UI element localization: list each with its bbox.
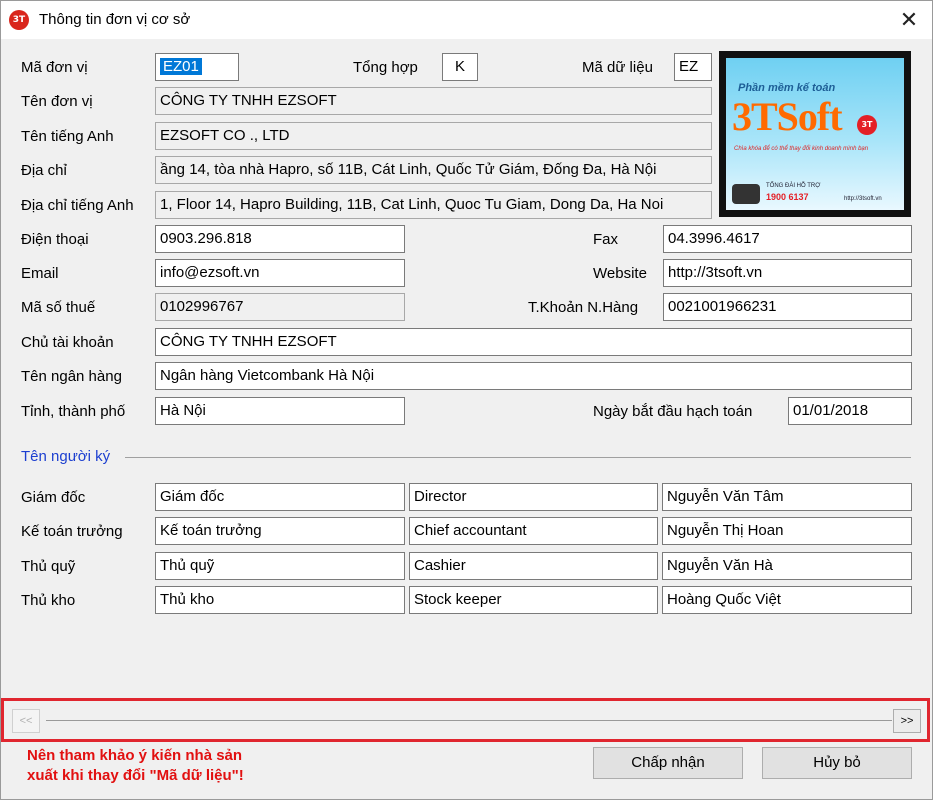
signer-title-en[interactable]: Cashier <box>409 552 658 580</box>
chu-tai-khoan-label: Chủ tài khoản <box>21 334 114 351</box>
chu-tai-khoan-input[interactable]: CÔNG TY TNHH EZSOFT <box>155 328 912 356</box>
logo-brand: 3TSoft <box>732 94 843 139</box>
logo-hotline: 1900 6137 <box>766 192 809 202</box>
dia-chi-field[interactable]: ầng 14, tòa nhà Hapro, số 11B, Cát Linh,… <box>155 156 712 184</box>
signer-title-vi[interactable]: Thủ kho <box>155 586 405 614</box>
logo-badge-icon: 3T <box>857 115 877 135</box>
dialog-window: 3T Thông tin đơn vị cơ sở ✕ Mã đơn vị EZ… <box>0 0 933 800</box>
ngay-bat-dau-label: Ngày bắt đầu hạch toán <box>593 403 753 420</box>
tai-khoan-label: T.Khoản N.Hàng <box>528 299 639 316</box>
dia-chi-tieng-anh-label: Địa chỉ tiếng Anh <box>21 197 134 214</box>
accept-button[interactable]: Chấp nhận <box>593 747 743 779</box>
phone-icon <box>732 184 760 204</box>
accept-button-label: Chấp nhận <box>631 754 705 771</box>
scroll-next-button[interactable]: >> <box>893 709 921 733</box>
close-icon[interactable]: ✕ <box>886 1 932 39</box>
logo-hotline-label: TỔNG ĐÀI HỖ TRỢ <box>766 183 821 189</box>
company-logo: Phần mềm kế toán 3TSoft 3T Chìa khóa để … <box>719 51 911 217</box>
ten-don-vi-label: Tên đơn vị <box>21 93 93 110</box>
cancel-button-label: Hủy bỏ <box>813 754 861 771</box>
signer-label-director: Giám đốc <box>21 489 86 506</box>
cancel-button[interactable]: Hủy bỏ <box>762 747 912 779</box>
signer-title-vi[interactable]: Thủ quỹ <box>155 552 405 580</box>
fax-input[interactable]: 04.3996.4617 <box>663 225 912 253</box>
ngay-bat-dau-input[interactable]: 01/01/2018 <box>788 397 912 425</box>
logo-tagline: Chìa khóa để có thể thay đổi kinh doanh … <box>734 146 869 152</box>
tai-khoan-input[interactable]: 0021001966231 <box>663 293 912 321</box>
signer-name[interactable]: Hoàng Quốc Việt <box>662 586 912 614</box>
dien-thoai-label: Điện thoại <box>21 231 89 248</box>
ma-don-vi-label: Mã đơn vị <box>21 59 88 76</box>
ma-du-lieu-input[interactable]: EZ <box>674 53 712 81</box>
title-bar: 3T Thông tin đơn vị cơ sở ✕ <box>1 1 932 39</box>
ma-du-lieu-label: Mã dữ liệu <box>582 59 653 76</box>
window-title: Thông tin đơn vị cơ sở <box>39 11 191 28</box>
email-label: Email <box>21 265 59 282</box>
signer-title-vi[interactable]: Giám đốc <box>155 483 405 511</box>
tong-hop-label: Tổng hợp <box>353 59 418 76</box>
ten-don-vi-field[interactable]: CÔNG TY TNHH EZSOFT <box>155 87 712 115</box>
ten-tieng-anh-field[interactable]: EZSOFT CO ., LTD <box>155 122 712 150</box>
app-3t-icon: 3T <box>9 10 29 30</box>
signers-section-title: Tên người ký <box>21 448 111 465</box>
warning-note: Nên tham khảo ý kiến nhà sản xuất khi th… <box>27 747 244 784</box>
logo-banner: Phần mềm kế toán 3TSoft 3T Chìa khóa để … <box>726 58 904 210</box>
signer-title-en[interactable]: Stock keeper <box>409 586 658 614</box>
dia-chi-label: Địa chỉ <box>21 162 67 179</box>
logo-url: http://3tsoft.vn <box>844 196 882 202</box>
website-input[interactable]: http://3tsoft.vn <box>663 259 912 287</box>
ten-tieng-anh-label: Tên tiếng Anh <box>21 128 114 145</box>
tinh-thanh-pho-label: Tỉnh, thành phố <box>21 403 126 420</box>
ma-don-vi-input[interactable]: EZ01 <box>155 53 239 81</box>
signer-label-cashier: Thủ quỹ <box>21 558 76 575</box>
tinh-thanh-pho-input[interactable]: Hà Nội <box>155 397 405 425</box>
ma-don-vi-value: EZ01 <box>160 58 202 75</box>
ten-ngan-hang-input[interactable]: Ngân hàng Vietcombank Hà Nội <box>155 362 912 390</box>
ma-so-thue-label: Mã số thuế <box>21 299 96 316</box>
signer-label-chief-accountant: Kế toán trưởng <box>21 523 123 540</box>
tong-hop-input[interactable]: K <box>442 53 478 81</box>
highlighted-scrollbar: << >> <box>1 698 930 742</box>
signer-label-stock-keeper: Thủ kho <box>21 592 76 609</box>
signer-title-en[interactable]: Chief accountant <box>409 517 658 545</box>
ten-ngan-hang-label: Tên ngân hàng <box>21 368 122 385</box>
dien-thoai-input[interactable]: 0903.296.818 <box>155 225 405 253</box>
scroll-prev-button[interactable]: << <box>12 709 40 733</box>
signer-name[interactable]: Nguyễn Văn Tâm <box>662 483 912 511</box>
ma-so-thue-field[interactable]: 0102996767 <box>155 293 405 321</box>
website-label: Website <box>593 265 647 282</box>
section-divider <box>125 457 911 458</box>
signer-title-vi[interactable]: Kế toán trưởng <box>155 517 405 545</box>
fax-label: Fax <box>593 231 619 248</box>
signer-name[interactable]: Nguyễn Thị Hoan <box>662 517 912 545</box>
scroll-track[interactable] <box>46 720 892 721</box>
dia-chi-tieng-anh-field[interactable]: 1, Floor 14, Hapro Building, 11B, Cat Li… <box>155 191 712 219</box>
signer-title-en[interactable]: Director <box>409 483 658 511</box>
email-input[interactable]: info@ezsoft.vn <box>155 259 405 287</box>
signer-name[interactable]: Nguyễn Văn Hà <box>662 552 912 580</box>
